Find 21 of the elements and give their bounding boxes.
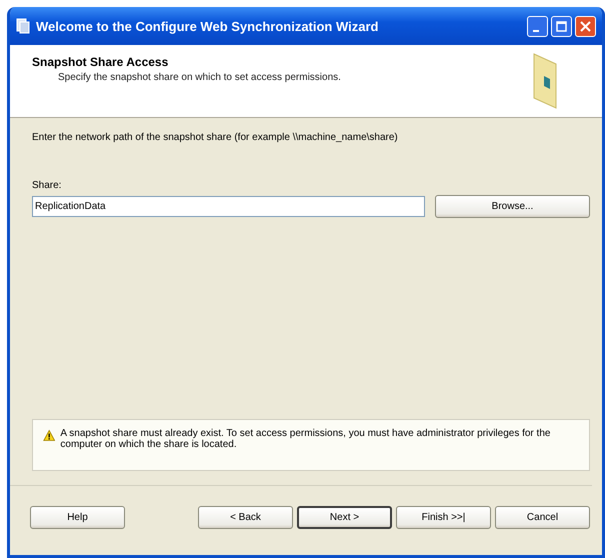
wizard-button[interactable]: Cancel	[495, 506, 590, 529]
share-field[interactable]: ReplicationData	[32, 196, 425, 217]
close-button[interactable]	[575, 16, 596, 36]
share-label: Share:	[32, 180, 62, 191]
warning-icon	[43, 428, 56, 443]
page-title: Snapshot Share Access	[32, 55, 170, 69]
wizard-button[interactable]: < Back	[198, 506, 293, 529]
page-subtitle: Specify the snapshot share on which to set access permissions.	[58, 72, 342, 83]
wizard-button[interactable]: Next >	[297, 506, 392, 529]
minimize-button[interactable]	[527, 16, 548, 36]
maximize-button[interactable]	[551, 16, 572, 36]
instruction-text: Enter the network path of the snapshot share (for example \\machine_name\share)	[32, 132, 399, 143]
wizard-button[interactable]: Finish >>|	[396, 506, 491, 529]
wizard-button[interactable]: Help	[30, 506, 125, 529]
window-title: Welcome to the Configure Web Synchronization Wizard	[36, 18, 378, 34]
close-icon	[580, 20, 591, 32]
warning-text: A snapshot share must already exist. To set access permissions, you must have administrator privileges for the computer on which the share is located.	[60, 428, 552, 450]
app-icon	[16, 18, 30, 34]
maximize-icon	[556, 20, 567, 32]
minimize-icon	[532, 30, 538, 32]
browse-button[interactable]: Browse...	[435, 195, 590, 218]
